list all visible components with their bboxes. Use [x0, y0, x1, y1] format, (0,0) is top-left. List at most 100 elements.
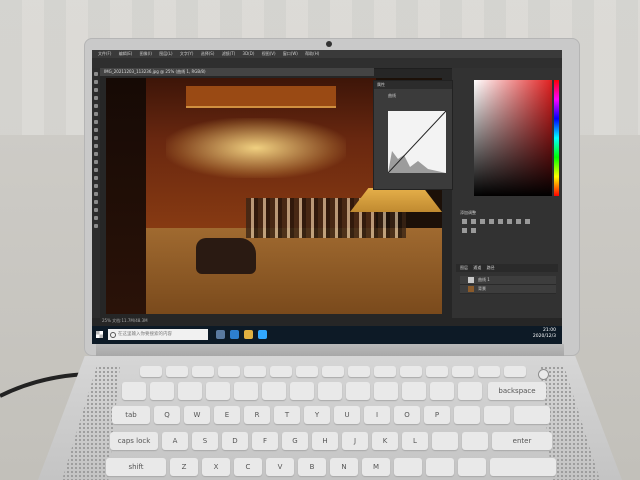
menu-window[interactable]: 窗口(W) [283, 51, 298, 56]
eyedropper-tool-icon[interactable] [94, 112, 98, 116]
menu-help[interactable]: 帮助(H) [305, 51, 319, 56]
menu-type[interactable]: 文字(Y) [180, 51, 194, 56]
file-explorer-icon[interactable] [244, 330, 253, 339]
keyboard-key[interactable] [432, 432, 458, 450]
tab-paths[interactable]: 路径 [487, 265, 495, 270]
key-l[interactable]: L [402, 432, 428, 450]
color-balance-icon[interactable] [516, 219, 521, 224]
edge-icon[interactable] [230, 330, 239, 339]
gradient-tool-icon[interactable] [94, 160, 98, 164]
keyboard-key[interactable] [322, 366, 344, 377]
key-j[interactable]: J [342, 432, 368, 450]
marquee-tool-icon[interactable] [94, 80, 98, 84]
shape-tool-icon[interactable] [94, 208, 98, 212]
tab-key[interactable]: tab [112, 406, 150, 424]
keyboard-key[interactable] [374, 382, 398, 400]
keyboard-key[interactable] [484, 406, 510, 424]
keyboard-key[interactable] [426, 458, 454, 476]
keyboard-key[interactable] [504, 366, 526, 377]
key-i[interactable]: I [364, 406, 390, 424]
key-v[interactable]: V [266, 458, 294, 476]
key-p[interactable]: P [424, 406, 450, 424]
keyboard-key[interactable] [458, 458, 486, 476]
bw-icon[interactable] [525, 219, 530, 224]
brightness-icon[interactable] [462, 219, 467, 224]
keyboard-key[interactable] [426, 366, 448, 377]
layer-row[interactable]: 背景 [460, 285, 556, 294]
keyboard-key[interactable] [244, 366, 266, 377]
key-u[interactable]: U [334, 406, 360, 424]
keyboard-key[interactable] [458, 382, 482, 400]
menu-3d[interactable]: 3D(D) [243, 51, 255, 56]
tab-channels[interactable]: 通道 [473, 265, 481, 270]
crop-tool-icon[interactable] [94, 104, 98, 108]
keyboard-key[interactable] [206, 382, 230, 400]
keyboard-key[interactable] [430, 382, 454, 400]
keyboard-key[interactable] [348, 366, 370, 377]
keyboard-key[interactable] [490, 458, 556, 476]
keyboard-key[interactable] [178, 382, 202, 400]
menu-file[interactable]: 文件(F) [98, 51, 111, 56]
blur-tool-icon[interactable] [94, 168, 98, 172]
keyboard-key[interactable] [234, 382, 258, 400]
keyboard-key[interactable] [462, 432, 488, 450]
key-h[interactable]: H [312, 432, 338, 450]
stamp-tool-icon[interactable] [94, 136, 98, 140]
shift-key[interactable]: shift [106, 458, 166, 476]
curves-graph[interactable] [388, 111, 446, 173]
photoshop-icon[interactable] [258, 330, 267, 339]
dodge-tool-icon[interactable] [94, 176, 98, 180]
key-e[interactable]: E [214, 406, 240, 424]
tab-layers[interactable]: 图层 [460, 265, 468, 270]
key-c[interactable]: C [234, 458, 262, 476]
vibrance-icon[interactable] [498, 219, 503, 224]
keyboard-key[interactable] [400, 366, 422, 377]
keyboard-key[interactable] [270, 366, 292, 377]
menu-layer[interactable]: 图层(L) [159, 51, 172, 56]
windows-start-icon[interactable] [96, 331, 103, 338]
key-f[interactable]: F [252, 432, 278, 450]
key-k[interactable]: K [372, 432, 398, 450]
keyboard-key[interactable] [402, 382, 426, 400]
pen-tool-icon[interactable] [94, 184, 98, 188]
keyboard-key[interactable] [122, 382, 146, 400]
key-s[interactable]: S [192, 432, 218, 450]
lasso-tool-icon[interactable] [94, 88, 98, 92]
path-select-icon[interactable] [94, 200, 98, 204]
keyboard-key[interactable] [346, 382, 370, 400]
key-q[interactable]: Q [154, 406, 180, 424]
key-d[interactable]: D [222, 432, 248, 450]
key-b[interactable]: B [298, 458, 326, 476]
photo-filter-icon[interactable] [462, 228, 467, 233]
move-tool-icon[interactable] [94, 72, 98, 76]
keyboard-key[interactable] [218, 366, 240, 377]
healing-tool-icon[interactable] [94, 120, 98, 124]
keyboard-key[interactable] [192, 366, 214, 377]
key-m[interactable]: M [362, 458, 390, 476]
keyboard-key[interactable] [296, 366, 318, 377]
brush-tool-icon[interactable] [94, 128, 98, 132]
eraser-tool-icon[interactable] [94, 152, 98, 156]
key-g[interactable]: G [282, 432, 308, 450]
keyboard-key[interactable] [262, 382, 286, 400]
menu-view[interactable]: 视图(V) [262, 51, 276, 56]
exposure-icon[interactable] [489, 219, 494, 224]
keyboard-key[interactable] [166, 366, 188, 377]
zoom-tool-icon[interactable] [94, 224, 98, 228]
menu-filter[interactable]: 滤镜(T) [222, 51, 236, 56]
history-brush-icon[interactable] [94, 144, 98, 148]
keyboard-key[interactable] [452, 366, 474, 377]
key-r[interactable]: R [244, 406, 270, 424]
levels-icon[interactable] [471, 219, 476, 224]
keyboard-key[interactable] [318, 382, 342, 400]
taskbar-clock[interactable]: 21:00 2020/12/3 [533, 328, 556, 340]
enter-key[interactable]: enter [492, 432, 552, 450]
menu-select[interactable]: 选择(S) [201, 51, 215, 56]
key-a[interactable]: A [162, 432, 188, 450]
hue-slider[interactable] [554, 80, 559, 196]
keyboard-key[interactable] [514, 406, 550, 424]
keyboard-key[interactable] [290, 382, 314, 400]
document-tab[interactable]: IMG_20211203_113236.jpg @ 25% (曲线 1, RGB… [100, 68, 374, 76]
key-w[interactable]: W [184, 406, 210, 424]
menu-image[interactable]: 图像(I) [140, 51, 152, 56]
